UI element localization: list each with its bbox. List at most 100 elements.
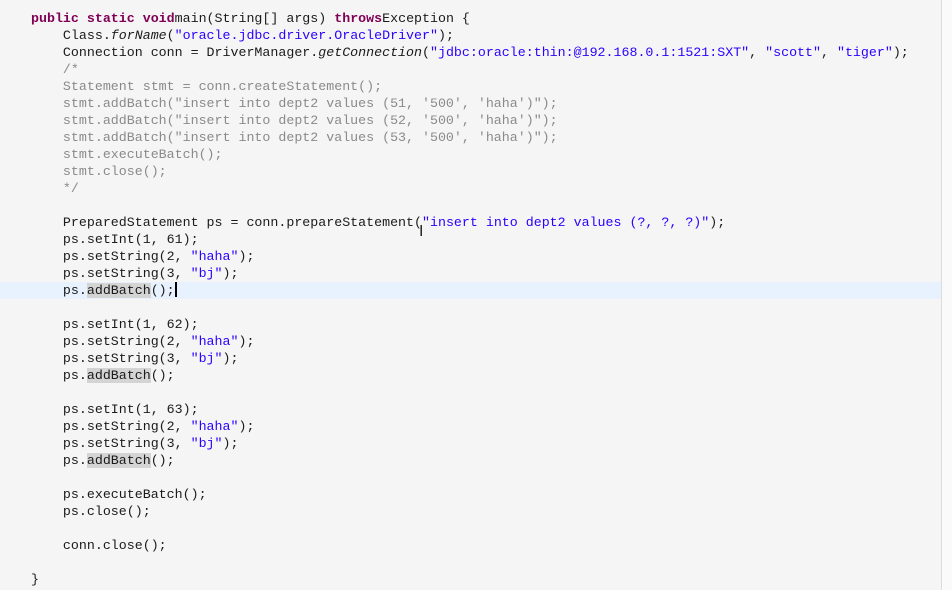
code-text: ();	[150, 453, 175, 468]
code-line[interactable]: */	[0, 180, 941, 197]
code-line[interactable]	[0, 469, 941, 486]
code-line[interactable]: ps.setString(3, "bj");	[0, 265, 941, 282]
code-text: );	[238, 249, 255, 264]
code-line[interactable]	[0, 384, 941, 401]
code-line[interactable]: stmt.addBatch("insert into dept2 values …	[0, 95, 941, 112]
code-text: );	[892, 45, 909, 60]
overview-ruler[interactable]	[942, 0, 952, 590]
code-line[interactable]: ps.setInt(1, 62);	[0, 316, 941, 333]
string-literal: "scott"	[765, 45, 821, 60]
string-literal: "jdbc:oracle:thin:@192.168.0.1:1521:SXT"	[429, 45, 750, 60]
code-line[interactable]: ps.addBatch();	[0, 367, 941, 384]
code-line[interactable]	[0, 520, 941, 537]
occurrence-highlight: addBatch	[86, 283, 151, 298]
code-line[interactable]: ps.setString(3, "bj");	[0, 435, 941, 452]
string-literal: "bj"	[190, 436, 223, 451]
string-literal: "bj"	[190, 351, 223, 366]
code-text: ();	[150, 283, 175, 298]
string-literal: "bj"	[190, 266, 223, 281]
code-line[interactable]: conn.close();	[0, 537, 941, 554]
code-text: Class.	[31, 28, 111, 43]
code-text: ps.	[31, 368, 87, 383]
occurrence-highlight: addBatch	[86, 453, 151, 468]
string-literal: "haha"	[190, 419, 239, 434]
string-literal: "tiger"	[836, 45, 893, 60]
code-text: ps.executeBatch();	[31, 487, 207, 502]
code-line[interactable]: /*	[0, 61, 941, 78]
code-line[interactable]: ps.setInt(1, 63);	[0, 401, 941, 418]
comment: stmt.close();	[31, 164, 167, 179]
code-line[interactable]: }	[0, 571, 941, 588]
code-text: ps.setInt(1, 63);	[31, 402, 199, 417]
keyword: throws	[334, 11, 383, 26]
string-literal: "insert into dept2 values (?, ?, ?)"	[422, 215, 710, 230]
code-text: ,	[821, 45, 837, 60]
code-line[interactable]	[0, 299, 941, 316]
code-text: ps.setString(2,	[31, 334, 191, 349]
code-text: ,	[749, 45, 766, 60]
code-text: ps.setString(2,	[31, 419, 191, 434]
static-method-call: getConnection	[318, 45, 422, 60]
code-line[interactable]	[0, 554, 941, 571]
code-line[interactable]: ps.close();	[0, 503, 941, 520]
text-caret	[174, 282, 177, 297]
code-text: ();	[150, 368, 175, 383]
code-text: PreparedStatement ps = conn.prepareState…	[31, 215, 422, 230]
code-text: conn.close();	[31, 538, 167, 553]
string-literal: "haha"	[190, 334, 239, 349]
code-line[interactable]: ps.addBatch();	[0, 452, 941, 469]
keyword: public static void	[31, 11, 175, 26]
code-line[interactable]: ps.executeBatch();	[0, 486, 941, 503]
code-line[interactable]: public static voidmain(String[] args) th…	[0, 10, 941, 27]
code-text: ps.setInt(1, 61);	[31, 232, 199, 247]
comment: /*	[31, 62, 79, 77]
code-text: );	[222, 351, 239, 366]
code-line[interactable]: ps.setString(3, "bj");	[0, 350, 941, 367]
code-text: ps.setString(3,	[31, 436, 191, 451]
text-cursor-ibeam-icon: I	[419, 222, 424, 240]
code-line[interactable]: stmt.addBatch("insert into dept2 values …	[0, 129, 941, 146]
string-literal: "oracle.jdbc.driver.OracleDriver"	[174, 28, 438, 43]
code-text: (	[422, 45, 430, 60]
comment: stmt.addBatch("insert into dept2 values …	[31, 130, 558, 145]
comment: stmt.addBatch("insert into dept2 values …	[31, 113, 558, 128]
static-method-call: forName	[110, 28, 167, 43]
code-line[interactable]: ps.setString(2, "haha");	[0, 248, 941, 265]
code-text: );	[437, 28, 454, 43]
code-line[interactable]: Class.forName("oracle.jdbc.driver.Oracle…	[0, 27, 941, 44]
code-text: );	[222, 436, 239, 451]
code-text: );	[709, 215, 726, 230]
code-text: );	[222, 266, 239, 281]
code-line[interactable]: ps.setString(2, "haha");	[0, 418, 941, 435]
current-code-line[interactable]: ps.addBatch();	[0, 282, 941, 299]
code-text: ps.close();	[31, 504, 151, 519]
code-line[interactable]: stmt.close();	[0, 163, 941, 180]
code-line[interactable]: ps.setInt(1, 61);	[0, 231, 941, 248]
code-line[interactable]: PreparedStatement ps = conn.prepareState…	[0, 214, 941, 231]
occurrence-highlight: addBatch	[86, 368, 151, 383]
comment: Statement stmt = conn.createStatement();	[31, 79, 383, 94]
code-text: }	[31, 572, 39, 587]
code-line[interactable]: Connection conn = DriverManager.getConne…	[0, 44, 941, 61]
code-text: Exception {	[382, 11, 470, 26]
code-text: );	[238, 419, 255, 434]
comment: stmt.addBatch("insert into dept2 values …	[31, 96, 558, 111]
code-text: ps.setInt(1, 62);	[31, 317, 199, 332]
code-text: ps.	[31, 453, 87, 468]
code-line[interactable]	[0, 197, 941, 214]
string-literal: "haha"	[190, 249, 239, 264]
code-text: ps.setString(3,	[31, 266, 191, 281]
code-text: ps.setString(3,	[31, 351, 191, 366]
code-text: Connection conn = DriverManager.	[31, 45, 319, 60]
comment: stmt.executeBatch();	[31, 147, 223, 162]
code-lines[interactable]: public static voidmain(String[] args) th…	[0, 10, 941, 588]
code-line[interactable]: stmt.executeBatch();	[0, 146, 941, 163]
code-line[interactable]: stmt.addBatch("insert into dept2 values …	[0, 112, 941, 129]
comment: */	[31, 181, 79, 196]
code-line[interactable]: ps.setString(2, "haha");	[0, 333, 941, 350]
code-editor[interactable]: public static voidmain(String[] args) th…	[0, 0, 942, 590]
code-line[interactable]: Statement stmt = conn.createStatement();	[0, 78, 941, 95]
code-text: ps.	[31, 283, 87, 298]
code-text: ps.setString(2,	[31, 249, 191, 264]
code-text: (	[166, 28, 175, 43]
